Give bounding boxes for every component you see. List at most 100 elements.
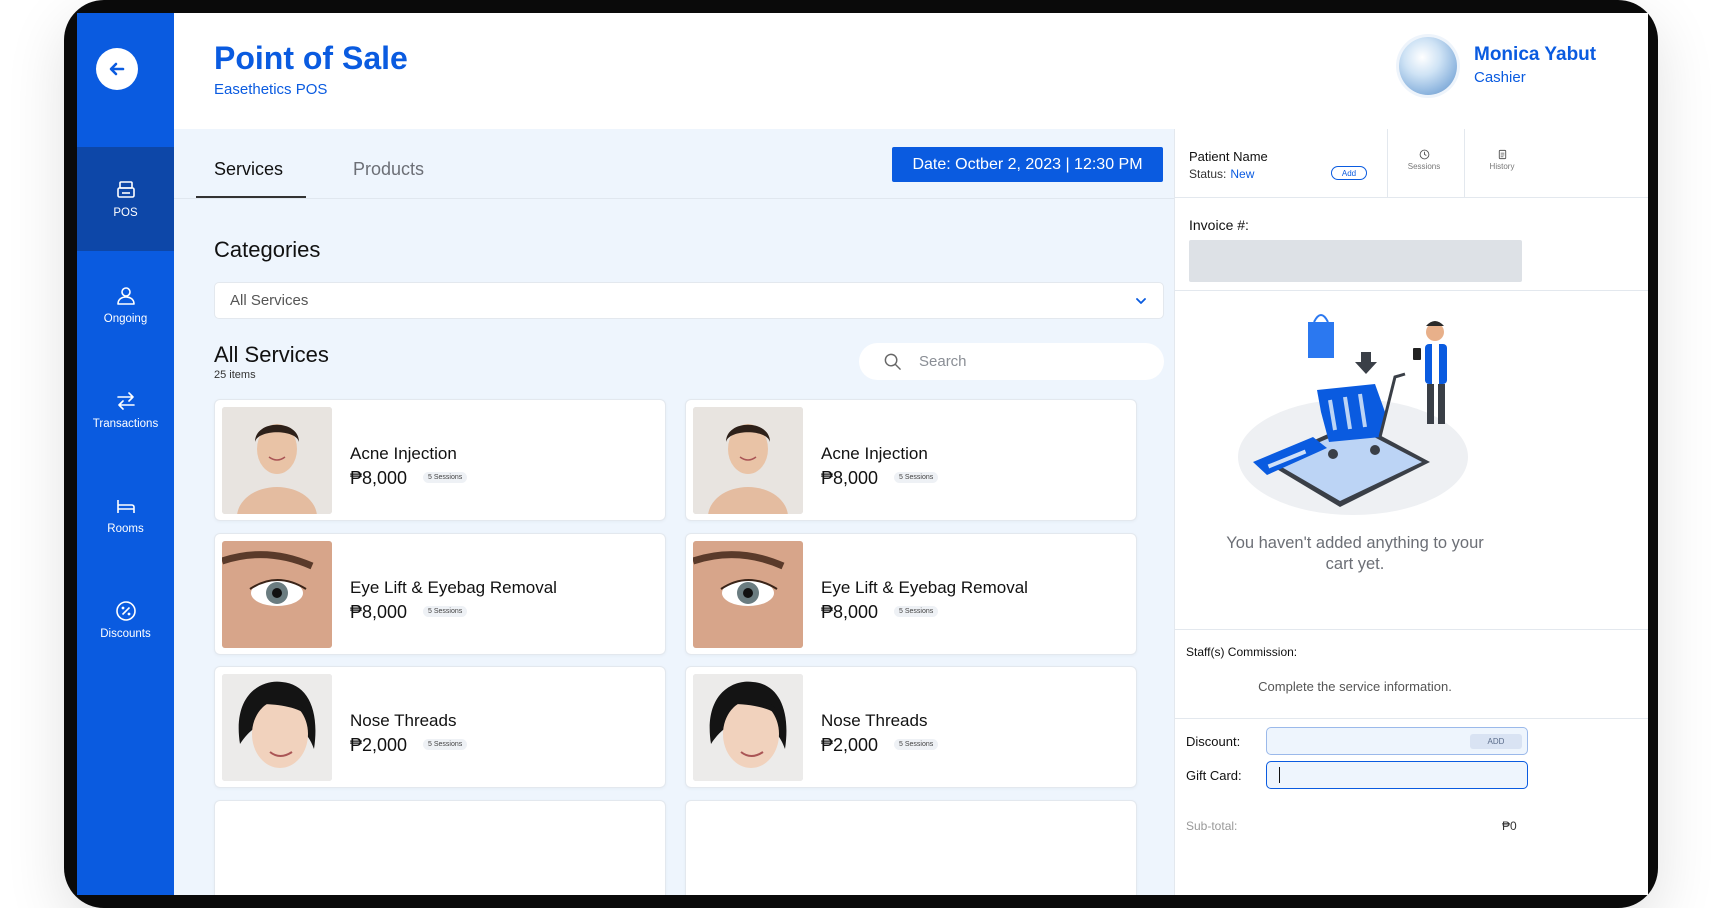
service-photo: [222, 674, 332, 781]
avatar[interactable]: [1399, 37, 1457, 95]
service-name: Acne Injection: [350, 444, 457, 463]
sidebar-item-transactions[interactable]: Transactions: [77, 358, 174, 462]
add-patient-button[interactable]: Add: [1331, 166, 1367, 180]
service-name: Nose Threads: [821, 711, 928, 730]
service-card[interactable]: Eye Lift & Eyebag Removal ₱8,000 5 Sessi…: [685, 533, 1137, 655]
service-photo: [222, 407, 332, 514]
sidebar-item-rooms[interactable]: Rooms: [77, 463, 174, 567]
patient-status-value: New: [1230, 167, 1255, 181]
services-count: 25 items: [214, 369, 256, 381]
text-caret: [1279, 767, 1280, 783]
user-role: Cashier: [1474, 69, 1526, 86]
service-name: Eye Lift & Eyebag Removal: [821, 578, 1028, 597]
arrow-left-icon: [109, 62, 125, 76]
sidebar-item-ongoing[interactable]: Ongoing: [77, 253, 174, 357]
commission-label: Staff(s) Commission:: [1186, 645, 1298, 659]
chevron-down-icon: [1136, 298, 1146, 304]
invoice-number-field: [1189, 240, 1522, 282]
sessions-badge: 5 Sessions: [423, 739, 468, 750]
service-name: Nose Threads: [350, 711, 457, 730]
service-photo: [693, 407, 803, 514]
category-selected-value: All Services: [230, 292, 309, 309]
divider: [1175, 290, 1648, 291]
service-card[interactable]: [685, 800, 1137, 895]
sidebar-item-label: POS: [113, 207, 138, 219]
history-button[interactable]: History: [1469, 149, 1535, 171]
subtotal-value: ₱0: [1502, 819, 1517, 833]
patient-status: Status: New: [1189, 167, 1254, 181]
sessions-badge: 5 Sessions: [423, 472, 468, 483]
category-select[interactable]: All Services: [214, 282, 1164, 319]
gift-card-input[interactable]: [1266, 761, 1528, 789]
subtotal-label: Sub-total:: [1186, 819, 1238, 833]
divider: [1175, 197, 1648, 198]
app-screen: POS Ongoing Transactions Rooms Discounts…: [77, 13, 1648, 895]
service-name: Acne Injection: [821, 444, 928, 463]
clock-icon: [1419, 149, 1429, 160]
sidebar-item-discounts[interactable]: Discounts: [77, 568, 174, 672]
page-subtitle: Easethetics POS: [214, 81, 328, 98]
date-badge: Date: Octber 2, 2023 | 12:30 PM: [892, 147, 1163, 182]
search-input[interactable]: Search: [859, 343, 1164, 380]
search-placeholder: Search: [919, 353, 967, 370]
sessions-badge: 5 Sessions: [894, 606, 939, 617]
commission-message: Complete the service information.: [1258, 679, 1452, 694]
back-button[interactable]: [96, 48, 138, 90]
service-price: ₱2,000: [821, 735, 879, 755]
sessions-button[interactable]: Sessions: [1391, 149, 1457, 171]
service-price: ₱8,000: [350, 602, 408, 622]
cart-panel: Patient Name Status: New Add Sessions His…: [1174, 129, 1648, 895]
patient-status-label: Status:: [1189, 167, 1227, 181]
divider: [1464, 129, 1465, 197]
history-label: History: [1489, 162, 1515, 171]
service-photo: [693, 674, 803, 781]
invoice-label: Invoice #:: [1189, 217, 1249, 233]
sidebar-item-label: Ongoing: [103, 313, 148, 325]
clipboard-icon: [1498, 149, 1506, 160]
tab-divider: [174, 198, 1174, 199]
sidebar-item-label: Rooms: [107, 523, 144, 535]
sidebar-item-label: Transactions: [92, 418, 159, 430]
tab-services[interactable]: Services: [214, 159, 283, 180]
service-photo: [693, 541, 803, 648]
service-price: ₱8,000: [821, 468, 879, 488]
search-icon: [884, 353, 901, 370]
arrows-swap-icon: [116, 392, 135, 410]
service-price: ₱2,000: [350, 735, 408, 755]
service-card[interactable]: Nose Threads ₱2,000 5 Sessions: [685, 666, 1137, 788]
sidebar-item-pos[interactable]: POS: [77, 147, 174, 251]
service-photo: [222, 541, 332, 648]
discount-label: Discount:: [1186, 734, 1241, 749]
services-list-title: All Services: [214, 342, 329, 367]
sidebar: POS Ongoing Transactions Rooms Discounts: [77, 13, 174, 895]
printer-icon: [116, 181, 135, 198]
categories-title: Categories: [214, 237, 321, 262]
patient-name-label: Patient Name: [1189, 149, 1268, 164]
bed-icon: [116, 500, 135, 513]
service-card[interactable]: Acne Injection ₱8,000 5 Sessions: [685, 399, 1137, 521]
divider: [1387, 129, 1388, 197]
service-card[interactable]: Eye Lift & Eyebag Removal ₱8,000 5 Sessi…: [214, 533, 666, 655]
sessions-badge: 5 Sessions: [894, 739, 939, 750]
tab-products[interactable]: Products: [353, 159, 424, 180]
add-discount-button[interactable]: ADD: [1470, 734, 1522, 749]
service-card[interactable]: Acne Injection ₱8,000 5 Sessions: [214, 399, 666, 521]
user-icon: [116, 287, 135, 305]
service-card[interactable]: [214, 800, 666, 895]
gift-card-label: Gift Card:: [1186, 768, 1242, 783]
service-card[interactable]: Nose Threads ₱2,000 5 Sessions: [214, 666, 666, 788]
sessions-badge: 5 Sessions: [423, 606, 468, 617]
service-price: ₱8,000: [350, 468, 408, 488]
service-name: Eye Lift & Eyebag Removal: [350, 578, 557, 597]
percent-icon: [115, 601, 136, 621]
page-title: Point of Sale: [214, 40, 408, 76]
empty-cart-illustration: [1238, 314, 1468, 515]
user-name: Monica Yabut: [1474, 44, 1597, 65]
sessions-label: Sessions: [1407, 162, 1441, 171]
empty-cart-message: You haven't added anything to your cart …: [1226, 534, 1484, 573]
main-content: Services Products Date: Octber 2, 2023 |…: [174, 129, 1174, 895]
sidebar-item-label: Discounts: [100, 628, 151, 640]
service-price: ₱8,000: [821, 602, 879, 622]
divider: [1175, 718, 1648, 719]
divider: [1175, 629, 1648, 630]
